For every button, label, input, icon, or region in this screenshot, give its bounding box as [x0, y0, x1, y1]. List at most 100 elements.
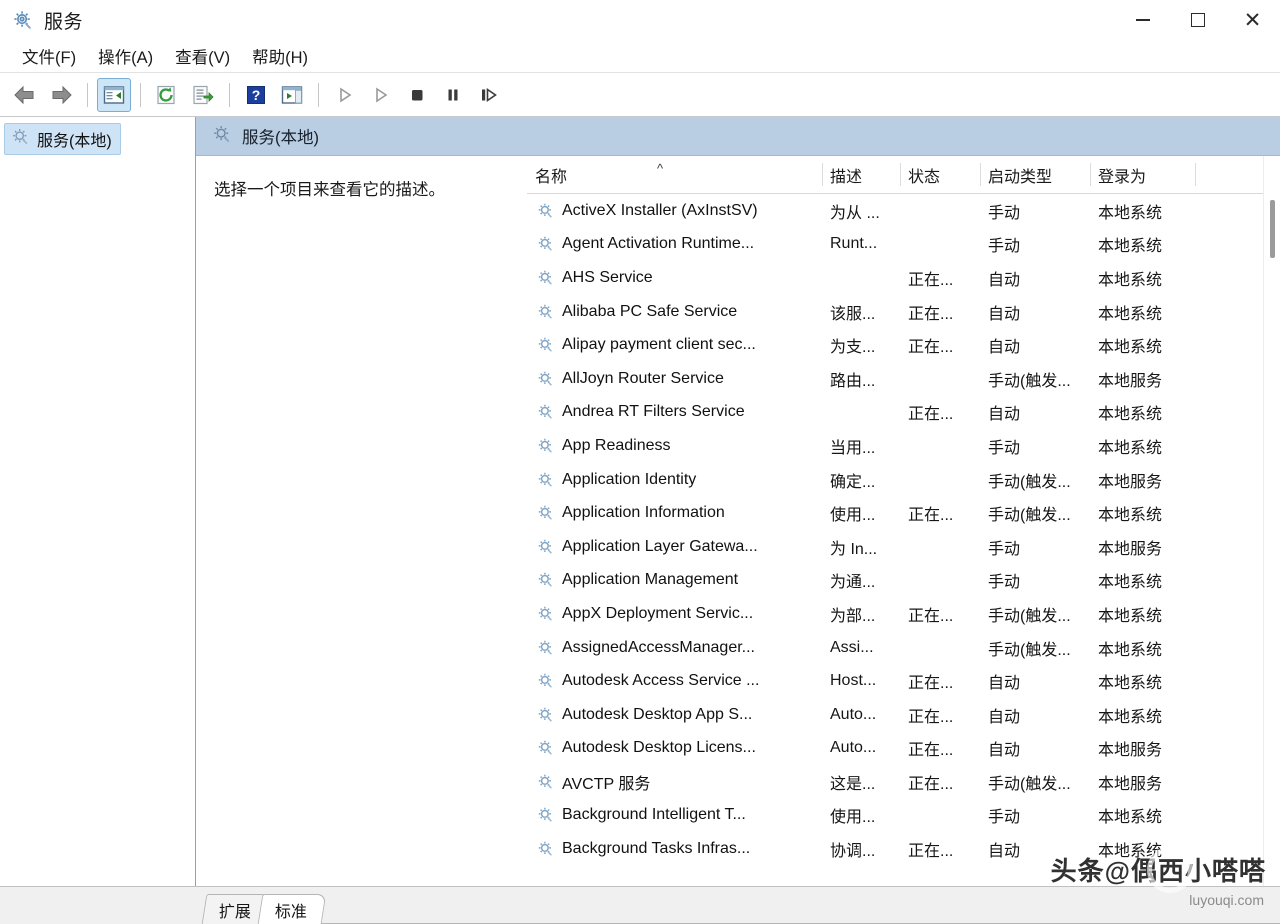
service-startup-type: 自动: [980, 703, 1090, 727]
service-gear-icon: [537, 303, 555, 321]
service-description-pane: 选择一个项目来查看它的描述。: [196, 156, 526, 886]
service-status: 正在...: [900, 501, 980, 525]
service-gear-icon: [537, 202, 555, 220]
service-gear-icon: [537, 471, 555, 489]
start-service-icon[interactable]: [328, 78, 362, 112]
help-icon[interactable]: ?: [239, 78, 273, 112]
export-list-icon[interactable]: [186, 78, 220, 112]
menu-bar: 文件(F) 操作(A) 查看(V) 帮助(H): [0, 40, 1280, 73]
service-name-label: AllJoyn Router Service: [562, 370, 724, 388]
service-description: Runt...: [822, 235, 900, 253]
service-startup-type: 自动: [980, 736, 1090, 760]
service-startup-type: 手动(触发...: [980, 602, 1090, 626]
services-list-body[interactable]: ActiveX Installer (AxInstSV)为从 ...手动本地系统…: [527, 194, 1280, 886]
table-row[interactable]: AVCTP 服务这是...正在...手动(触发...本地服务: [527, 765, 1280, 799]
column-header-status[interactable]: 状态: [900, 156, 980, 193]
table-row[interactable]: Autodesk Desktop Licens...Auto...正在...自动…: [527, 732, 1280, 766]
stop-service-icon[interactable]: [400, 78, 434, 112]
services-list-pane: 名称 ^ 描述 状态 启动类型 登录为: [526, 156, 1280, 886]
scrollbar-thumb[interactable]: [1270, 200, 1275, 258]
column-header-startup-type[interactable]: 启动类型: [980, 156, 1090, 193]
table-row[interactable]: Autodesk Desktop App S...Auto...正在...自动本…: [527, 698, 1280, 732]
column-header-description[interactable]: 描述: [822, 156, 900, 193]
service-log-on-as: 本地系统: [1090, 266, 1195, 290]
service-log-on-as: 本地服务: [1090, 535, 1195, 559]
tab-standard[interactable]: 标准: [258, 894, 327, 924]
service-name: AppX Deployment Servic...: [527, 605, 822, 623]
service-log-on-as: 本地系统: [1090, 636, 1195, 660]
toolbar: ?: [0, 73, 1280, 117]
table-row[interactable]: Application Identity确定...手动(触发...本地服务: [527, 463, 1280, 497]
service-log-on-as: 本地系统: [1090, 803, 1195, 827]
service-description: 为 In...: [822, 535, 900, 559]
tree-node-services-local[interactable]: 服务(本地): [4, 123, 121, 155]
service-name: App Readiness: [527, 437, 822, 455]
restart-service-icon[interactable]: [472, 78, 506, 112]
forward-arrow-icon[interactable]: [44, 78, 78, 112]
sort-ascending-icon: ^: [657, 162, 663, 175]
menu-view[interactable]: 查看(V): [165, 41, 242, 71]
table-row[interactable]: Application Layer Gatewa...为 In...手动本地服务: [527, 530, 1280, 564]
service-description: 该服...: [822, 300, 900, 324]
service-log-on-as: 本地服务: [1090, 468, 1195, 492]
table-row[interactable]: Application Management为通...手动本地系统: [527, 564, 1280, 598]
maximize-button[interactable]: [1170, 0, 1225, 40]
table-row[interactable]: Agent Activation Runtime...Runt...手动本地系统: [527, 228, 1280, 262]
table-row[interactable]: AHS Service正在...自动本地系统: [527, 261, 1280, 295]
table-row[interactable]: ActiveX Installer (AxInstSV)为从 ...手动本地系统: [527, 194, 1280, 228]
menu-help[interactable]: 帮助(H): [242, 41, 320, 71]
service-gear-icon: [537, 235, 555, 253]
service-status: 正在...: [900, 333, 980, 357]
window-title: 服务: [44, 7, 83, 34]
service-startup-type: 自动: [980, 333, 1090, 357]
table-row[interactable]: Application Information使用...正在...手动(触发..…: [527, 496, 1280, 530]
menu-action-label: 操作(A): [98, 49, 153, 67]
table-row[interactable]: AssignedAccessManager...Assi...手动(触发...本…: [527, 631, 1280, 665]
show-action-pane-icon[interactable]: [275, 78, 309, 112]
table-row[interactable]: Andrea RT Filters Service正在...自动本地系统: [527, 396, 1280, 430]
show-hide-tree-icon[interactable]: [97, 78, 131, 112]
menu-file[interactable]: 文件(F): [12, 41, 88, 71]
resume-service-icon[interactable]: [364, 78, 398, 112]
column-header-name-label: 名称: [535, 163, 567, 187]
minimize-button[interactable]: [1115, 0, 1170, 40]
pane-content: 选择一个项目来查看它的描述。 名称 ^ 描述 状态: [196, 156, 1280, 886]
pause-service-icon[interactable]: [436, 78, 470, 112]
table-row[interactable]: Alibaba PC Safe Service该服...正在...自动本地系统: [527, 295, 1280, 329]
service-log-on-as: 本地系统: [1090, 501, 1195, 525]
title-bar: 服务 ✕: [0, 0, 1280, 40]
close-button[interactable]: ✕: [1225, 0, 1280, 40]
table-row[interactable]: Alipay payment client sec...为支...正在...自动…: [527, 328, 1280, 362]
service-status: 正在...: [900, 602, 980, 626]
service-description: Host...: [822, 672, 900, 690]
table-row[interactable]: AllJoyn Router Service路由...手动(触发...本地服务: [527, 362, 1280, 396]
back-arrow-icon[interactable]: [8, 78, 42, 112]
table-row[interactable]: AppX Deployment Servic...为部...正在...手动(触发…: [527, 597, 1280, 631]
services-gear-icon: [212, 124, 232, 149]
service-name-label: Application Layer Gatewa...: [562, 538, 758, 556]
table-row[interactable]: App Readiness当用...手动本地系统: [527, 429, 1280, 463]
service-name: Application Layer Gatewa...: [527, 538, 822, 556]
services-gear-icon: [11, 127, 30, 151]
service-name: Andrea RT Filters Service: [527, 403, 822, 421]
service-startup-type: 手动: [980, 568, 1090, 592]
toolbar-separator: [140, 83, 141, 107]
services-gear-icon: [12, 9, 34, 31]
service-name-label: Autodesk Desktop Licens...: [562, 739, 756, 757]
column-header-name[interactable]: 名称 ^: [527, 156, 822, 193]
service-log-on-as: 本地系统: [1090, 669, 1195, 693]
service-log-on-as: 本地系统: [1090, 434, 1195, 458]
vertical-scrollbar[interactable]: [1263, 156, 1280, 886]
service-log-on-as: 本地系统: [1090, 199, 1195, 223]
table-row[interactable]: Background Tasks Infras...协调...正在...自动本地…: [527, 832, 1280, 866]
table-row[interactable]: Autodesk Access Service ...Host...正在...自…: [527, 664, 1280, 698]
list-column-headers: 名称 ^ 描述 状态 启动类型 登录为: [527, 156, 1280, 194]
column-header-log-on-as[interactable]: 登录为: [1090, 156, 1195, 193]
menu-action[interactable]: 操作(A): [88, 41, 165, 71]
toolbar-separator: [229, 83, 230, 107]
service-gear-icon: [537, 672, 555, 690]
tab-extended-label: 扩展: [219, 898, 251, 922]
refresh-icon[interactable]: [150, 78, 184, 112]
description-placeholder-text: 选择一个项目来查看它的描述。: [214, 178, 512, 203]
table-row[interactable]: Background Intelligent T...使用...手动本地系统: [527, 799, 1280, 833]
